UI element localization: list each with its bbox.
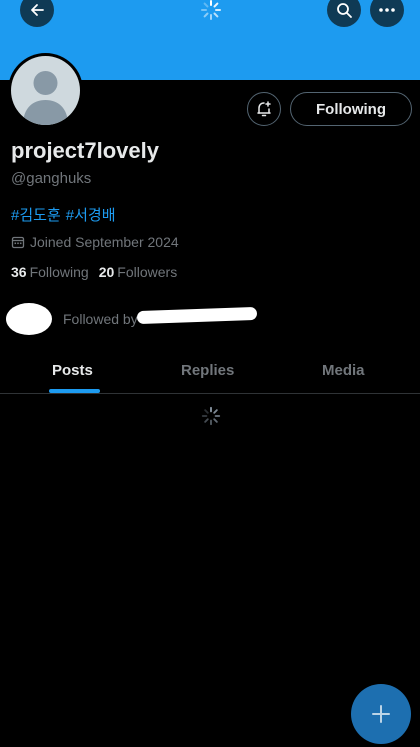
user-handle: @ganghuks <box>11 170 92 187</box>
follower-avatar <box>6 303 52 335</box>
followers-count: 20 <box>98 264 115 280</box>
tab-posts[interactable]: Posts <box>52 346 93 394</box>
plus-icon <box>372 705 390 723</box>
loading-spinner-icon <box>201 406 221 426</box>
notifications-button[interactable] <box>247 92 281 126</box>
profile-tabs: Posts Replies Media <box>0 346 420 394</box>
avatar[interactable] <box>8 53 83 128</box>
following-stat[interactable]: 36 Following <box>11 264 89 280</box>
joined-date: Joined September 2024 <box>11 234 179 250</box>
calendar-icon <box>11 236 25 249</box>
tab-replies[interactable]: Replies <box>181 346 234 394</box>
hashtag-link[interactable]: #김도훈 <box>11 204 61 225</box>
banner-spinner-icon <box>201 0 221 20</box>
following-label: Following <box>29 264 89 280</box>
default-avatar-icon <box>11 56 80 125</box>
bell-plus-icon <box>257 101 271 117</box>
followers-label: Followers <box>117 264 178 280</box>
active-tab-indicator <box>49 389 100 393</box>
search-icon <box>336 2 352 18</box>
following-count: 36 <box>11 264 27 280</box>
followed-by[interactable]: Followed by <box>6 303 138 335</box>
display-name: project7lovely <box>11 138 159 163</box>
followed-by-text: Followed by <box>63 311 138 327</box>
following-button[interactable]: Following <box>290 92 412 126</box>
bio-hashtags: #김도훈 #서경배 <box>11 204 116 225</box>
arrow-left-icon <box>31 4 44 16</box>
tab-media[interactable]: Media <box>322 346 365 394</box>
compose-button[interactable] <box>351 684 411 744</box>
more-horizontal-icon <box>379 8 395 12</box>
hashtag-link[interactable]: #서경배 <box>66 204 116 225</box>
joined-text: Joined September 2024 <box>30 234 179 250</box>
follow-stats: 36 Following 20 Followers <box>11 264 177 280</box>
followers-stat[interactable]: 20 Followers <box>99 264 177 280</box>
redaction-mark <box>136 306 258 325</box>
